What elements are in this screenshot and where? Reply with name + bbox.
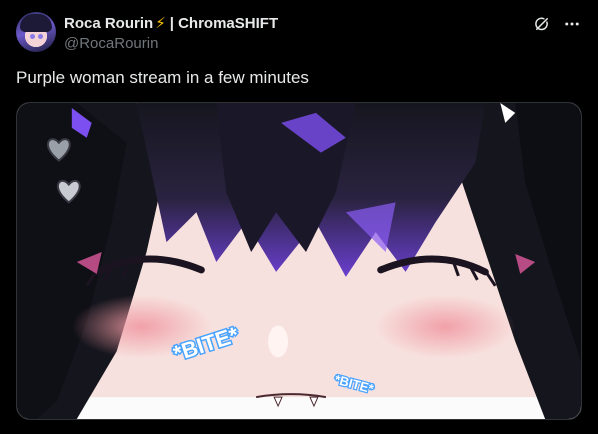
tweet-actions xyxy=(532,14,582,34)
tweet-image[interactable]: *BITE* *BITE* xyxy=(16,102,582,420)
name-suffix[interactable]: | ChromaSHIFT xyxy=(170,15,278,32)
display-name[interactable]: Roca Rourin xyxy=(64,15,153,32)
more-horizontal-icon xyxy=(565,22,579,26)
avatar[interactable] xyxy=(16,12,56,52)
tweet-header: Roca Rourin ⚡ | ChromaSHIFT @RocaRourin xyxy=(64,13,524,55)
more-button[interactable] xyxy=(562,14,582,34)
tweet-text: Purple woman stream in a few minutes xyxy=(16,68,309,87)
tweet-card: Roca Rourin ⚡ | ChromaSHIFT @RocaRourin … xyxy=(0,0,598,434)
slash-circle-icon xyxy=(535,17,548,31)
user-handle[interactable]: @RocaRourin xyxy=(64,35,524,55)
grok-button[interactable] xyxy=(532,14,552,34)
name-row: Roca Rourin ⚡ | ChromaSHIFT xyxy=(64,13,524,33)
anime-illustration: *BITE* *BITE* xyxy=(17,103,581,419)
lightning-icon: ⚡ xyxy=(155,14,166,32)
